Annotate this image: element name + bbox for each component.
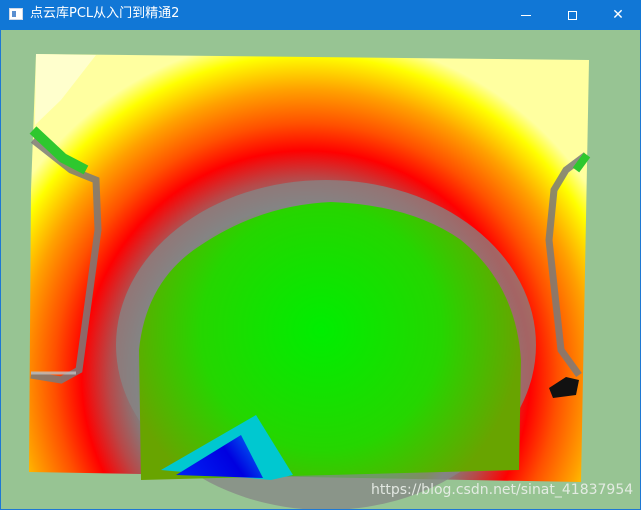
maximize-button[interactable] bbox=[549, 0, 595, 30]
app-window: 点云库PCL从入门到精通2 ✕ https://blog.csdn.net/si… bbox=[0, 0, 641, 510]
point-cloud-render bbox=[29, 54, 591, 509]
title-bar[interactable]: 点云库PCL从入门到精通2 ✕ bbox=[0, 0, 641, 30]
close-icon: ✕ bbox=[612, 7, 624, 23]
minimize-button[interactable] bbox=[503, 0, 549, 30]
minimize-icon bbox=[521, 14, 531, 16]
app-icon[interactable] bbox=[9, 8, 23, 20]
close-button[interactable]: ✕ bbox=[595, 0, 641, 30]
window-title: 点云库PCL从入门到精通2 bbox=[30, 6, 180, 21]
watermark-text: https://blog.csdn.net/sinat_41837954 bbox=[371, 482, 634, 498]
viewer-canvas[interactable]: https://blog.csdn.net/sinat_41837954 bbox=[1, 30, 640, 509]
maximize-icon bbox=[567, 10, 577, 20]
